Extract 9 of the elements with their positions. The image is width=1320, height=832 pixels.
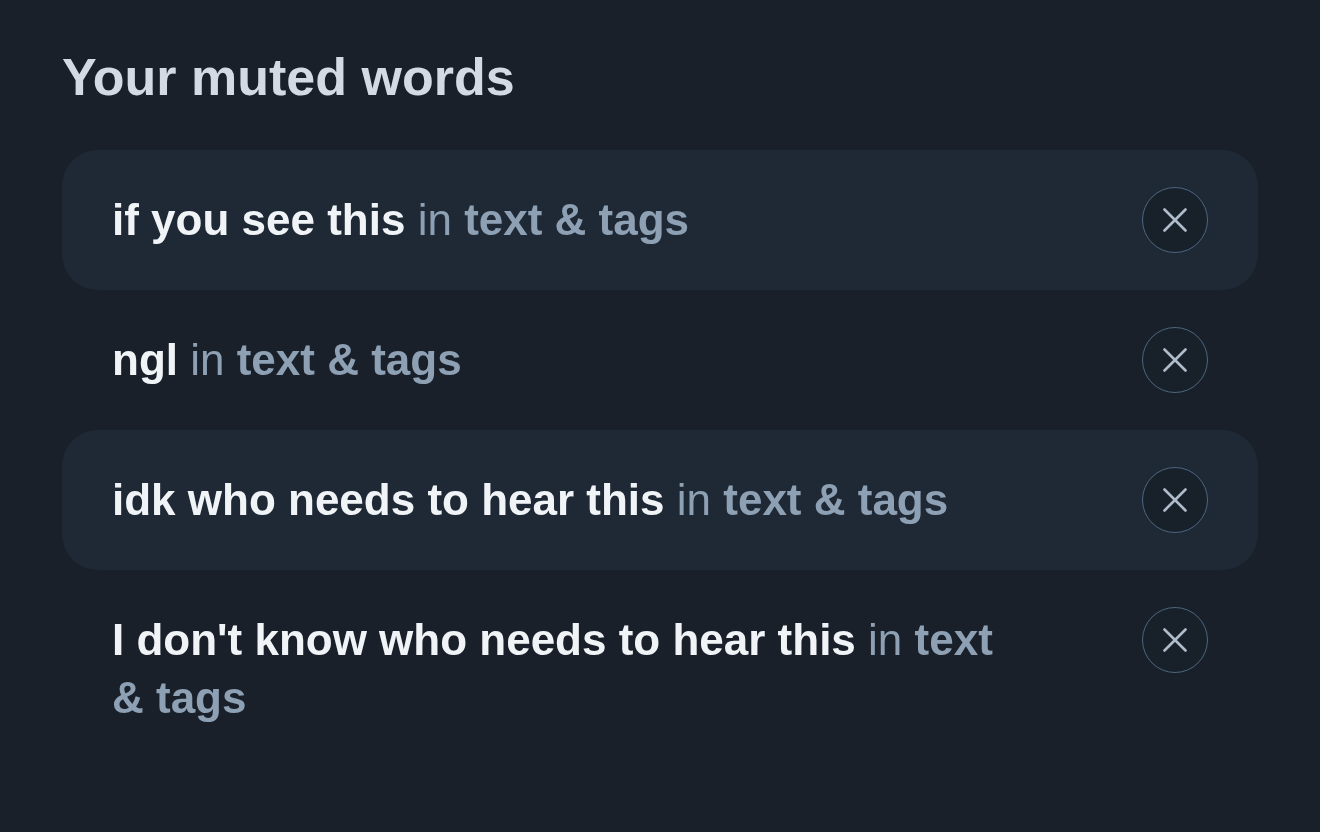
close-icon bbox=[1163, 208, 1187, 232]
muted-word-text: idk who needs to hear this in text & tags bbox=[112, 474, 950, 526]
close-icon bbox=[1163, 628, 1187, 652]
muted-word-text: if you see this in text & tags bbox=[112, 194, 691, 246]
close-icon bbox=[1163, 348, 1187, 372]
close-icon bbox=[1163, 488, 1187, 512]
muted-word-text: I don't know who needs to hear this in text & tags bbox=[112, 614, 994, 724]
section-title: Your muted words bbox=[62, 48, 516, 106]
muted-word-text: ngl in text & tags bbox=[112, 334, 463, 386]
